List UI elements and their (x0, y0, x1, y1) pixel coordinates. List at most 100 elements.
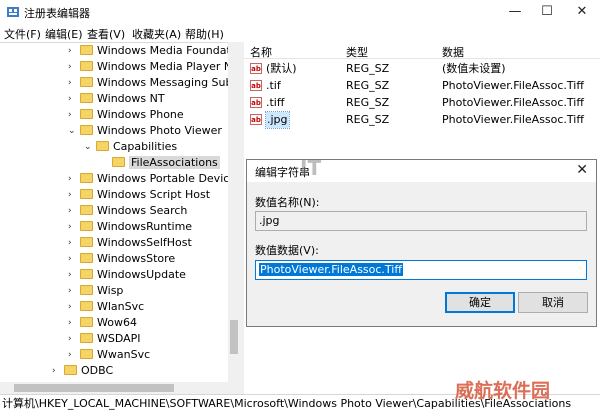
chevron-down-icon[interactable]: ⌄ (68, 123, 76, 139)
chevron-right-icon[interactable]: › (68, 203, 72, 219)
tree-item[interactable]: › WindowsSelfHost (68, 235, 192, 251)
tree-item-capabilities[interactable]: ⌄ Capabilities (84, 139, 177, 155)
ok-button[interactable]: 确定 (445, 292, 515, 313)
value-data-text: PhotoViewer.FileAssoc.Tiff (259, 263, 403, 276)
tree-item-file-associations[interactable]: FileAssociations (112, 155, 220, 171)
tree-item-windows-photo-viewer[interactable]: ⌄ Windows Photo Viewer (68, 123, 222, 139)
chevron-down-icon[interactable]: ⌄ (84, 139, 92, 155)
folder-icon (80, 317, 93, 327)
chevron-right-icon[interactable]: › (68, 107, 72, 123)
value-row[interactable]: ab .tiff REG_SZ PhotoViewer.FileAssoc.Ti… (244, 95, 600, 111)
scrollbar-thumb[interactable] (14, 384, 174, 392)
chevron-right-icon[interactable]: › (68, 267, 72, 283)
menu-view[interactable]: 查看(V) (87, 26, 125, 42)
folder-icon (80, 61, 93, 71)
tree-item[interactable]: › WindowsUpdate (68, 267, 186, 283)
value-data-field[interactable]: PhotoViewer.FileAssoc.Tiff (255, 260, 587, 280)
chevron-right-icon[interactable]: › (68, 315, 72, 331)
folder-icon (80, 77, 93, 87)
tree-item[interactable]: › WwanSvc (68, 347, 150, 363)
folder-icon (80, 109, 93, 119)
value-name: .tiff (266, 96, 285, 109)
chevron-right-icon[interactable]: › (68, 75, 72, 91)
tree-item[interactable]: › Wisp (68, 283, 123, 299)
column-header-name[interactable]: 名称 (250, 44, 272, 60)
tree-item[interactable]: › WindowsRuntime (68, 219, 192, 235)
maximize-button[interactable]: ☐ (530, 0, 564, 24)
chevron-right-icon[interactable]: › (68, 283, 72, 299)
folder-open-icon (96, 141, 109, 151)
menu-bar: 文件(F) 编辑(E) 查看(V) 收藏夹(A) 帮助(H) (0, 24, 600, 42)
tree-horizontal-scrollbar[interactable] (0, 382, 240, 394)
value-row[interactable]: ab .tif REG_SZ PhotoViewer.FileAssoc.Tif… (244, 78, 600, 94)
values-header: 名称 类型 数据 (244, 42, 600, 59)
folder-icon (64, 365, 77, 375)
watermark-site: 威航软件园 (455, 380, 551, 402)
folder-icon (80, 237, 93, 247)
column-header-data[interactable]: 数据 (442, 44, 464, 60)
value-row-selected[interactable]: ab .jpg REG_SZ PhotoViewer.FileAssoc.Tif… (244, 111, 600, 129)
string-value-icon: ab (250, 80, 262, 91)
string-value-icon: ab (250, 114, 262, 125)
chevron-right-icon[interactable]: › (68, 219, 72, 235)
chevron-right-icon[interactable]: › (68, 59, 72, 75)
folder-icon (80, 253, 93, 263)
tree-item[interactable]: › WSDAPI (68, 331, 141, 347)
title-bar: 注册表编辑器 — ☐ ✕ (0, 0, 600, 24)
regedit-app-icon (7, 7, 19, 17)
tree-item[interactable]: › Windows NT (68, 91, 165, 107)
tree-item[interactable]: › Windows Phone (68, 107, 184, 123)
folder-icon (80, 269, 93, 279)
value-type: REG_SZ (346, 79, 390, 92)
folder-icon (80, 285, 93, 295)
menu-favorites[interactable]: 收藏夹(A) (132, 26, 181, 42)
value-data: PhotoViewer.FileAssoc.Tiff (442, 113, 584, 126)
tree-item[interactable]: › WlanSvc (68, 299, 144, 315)
string-value-icon: ab (250, 97, 262, 108)
tree-item[interactable]: › Wow64 (68, 315, 137, 331)
value-data: (数值未设置) (442, 62, 506, 75)
folder-icon (80, 205, 93, 215)
chevron-right-icon[interactable]: › (68, 171, 72, 187)
tree-item[interactable]: › Windows Script Host (68, 187, 210, 203)
tree-item[interactable]: › Windows Messaging Subsys (68, 75, 240, 91)
chevron-right-icon[interactable]: › (52, 363, 56, 379)
tree-item[interactable]: › Windows Search (68, 203, 187, 219)
column-header-type[interactable]: 类型 (346, 44, 368, 60)
chevron-right-icon[interactable]: › (68, 251, 72, 267)
menu-file[interactable]: 文件(F) (4, 26, 41, 42)
value-name: .tif (266, 79, 281, 92)
value-data: PhotoViewer.FileAssoc.Tiff (442, 79, 584, 92)
value-row[interactable]: ab (默认) REG_SZ (数值未设置) (244, 61, 600, 77)
chevron-right-icon[interactable]: › (68, 91, 72, 107)
close-button[interactable]: ✕ (565, 0, 599, 24)
value-type: REG_SZ (346, 113, 390, 126)
chevron-right-icon[interactable]: › (68, 235, 72, 251)
tree-item[interactable]: › Windows Media Foundation (68, 43, 240, 59)
menu-edit[interactable]: 编辑(E) (45, 26, 83, 42)
tree-item[interactable]: › Windows Portable Devices (68, 171, 240, 187)
minimize-button[interactable]: — (498, 0, 532, 24)
value-data: PhotoViewer.FileAssoc.Tiff (442, 96, 584, 109)
chevron-right-icon[interactable]: › (68, 299, 72, 315)
folder-icon (80, 173, 93, 183)
chevron-right-icon[interactable]: › (68, 347, 72, 363)
tree-item[interactable]: › WindowsStore (68, 251, 175, 267)
tree-item[interactable]: › Windows Media Player NSS (68, 59, 240, 75)
folder-icon (80, 221, 93, 231)
cancel-button[interactable]: 取消 (518, 292, 588, 313)
value-name-field[interactable]: .jpg (255, 211, 587, 231)
scrollbar-thumb[interactable] (230, 320, 238, 354)
folder-icon (80, 349, 93, 359)
tree-item[interactable]: › ODBC (52, 363, 113, 379)
menu-help[interactable]: 帮助(H) (185, 26, 224, 42)
chevron-right-icon[interactable]: › (68, 331, 72, 347)
value-name: (默认) (266, 62, 297, 75)
chevron-right-icon[interactable]: › (68, 43, 72, 59)
folder-icon (80, 45, 93, 55)
dialog-close-button[interactable]: ✕ (576, 162, 588, 178)
folder-icon (80, 189, 93, 199)
tree-vertical-scrollbar[interactable] (228, 42, 240, 382)
folder-icon (112, 157, 125, 167)
chevron-right-icon[interactable]: › (68, 187, 72, 203)
